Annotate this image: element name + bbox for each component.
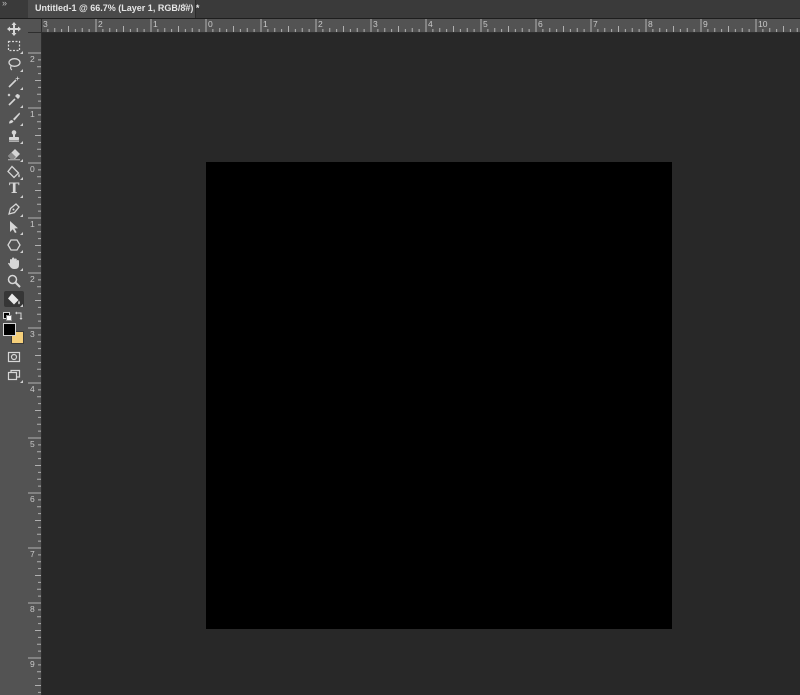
- vertical-ruler-label: 2: [30, 274, 35, 284]
- horizontal-ruler-label: 2: [318, 19, 323, 29]
- vertical-ruler[interactable]: 2 1 0 1 2 3 4 5 6 7 8 9: [28, 32, 42, 695]
- document-tab-bar: » Untitled-1 @ 66.7% (Layer 1, RGB/8#) *…: [0, 0, 800, 19]
- vertical-ruler-label: 4: [30, 384, 35, 394]
- more-tools-indicator: [20, 159, 23, 162]
- lasso-icon: [8, 58, 21, 71]
- more-tools-indicator: [20, 141, 23, 144]
- horizontal-ruler-ticks: [40, 19, 798, 32]
- document-canvas[interactable]: [206, 162, 672, 629]
- more-tools-indicator: [20, 380, 23, 383]
- horizontal-ruler-label: 0: [208, 19, 213, 29]
- horizontal-ruler-label: 7: [593, 19, 598, 29]
- eyedropper-tool[interactable]: [4, 92, 24, 108]
- tools-panel: T: [0, 19, 29, 695]
- paint-bucket-icon: [8, 293, 20, 305]
- document-tab[interactable]: Untitled-1 @ 66.7% (Layer 1, RGB/8#) * ×: [28, 0, 200, 18]
- more-tools-indicator: [20, 250, 23, 253]
- more-tools-indicator: [20, 123, 23, 126]
- horizontal-ruler-label: 9: [703, 19, 708, 29]
- screen-mode-icon: [7, 369, 21, 381]
- horizontal-ruler-label: 4: [428, 19, 433, 29]
- paint-bucket-tool[interactable]: [4, 164, 24, 180]
- pen-icon: [8, 203, 20, 215]
- foreground-color-swatch[interactable]: [3, 323, 16, 336]
- vertical-ruler-label: 3: [30, 329, 35, 339]
- vertical-ruler-ticks: [28, 52, 41, 693]
- vertical-ruler-label: 5: [30, 439, 35, 449]
- hand-icon: [8, 257, 19, 269]
- more-tools-indicator: [20, 232, 23, 235]
- type-tool[interactable]: T: [4, 181, 24, 198]
- vertical-ruler-label: 9: [30, 659, 35, 669]
- horizontal-ruler-label: 3: [373, 19, 378, 29]
- horizontal-ruler-label: 5: [483, 19, 488, 29]
- ruler-origin[interactable]: [28, 19, 42, 33]
- vertical-ruler-label: 0: [30, 164, 35, 174]
- horizontal-ruler[interactable]: 3 2 1 0 1 2 3 4 5 6 7 8 9 10: [28, 19, 800, 33]
- type-icon: T: [9, 181, 20, 197]
- eyedropper-icon: [7, 93, 20, 106]
- quick-mask-button[interactable]: [4, 349, 24, 365]
- hand-tool[interactable]: [4, 255, 24, 271]
- marquee-icon: [7, 40, 21, 52]
- clone-stamp-tool[interactable]: [4, 128, 24, 144]
- brush-icon: [9, 112, 20, 124]
- move-tool[interactable]: [4, 21, 24, 37]
- more-tools-indicator: [20, 177, 23, 180]
- move-icon: [7, 22, 21, 36]
- fill-tool-active[interactable]: [4, 291, 24, 307]
- vertical-ruler-label: 7: [30, 549, 35, 559]
- horizontal-ruler-label: 1: [263, 19, 268, 29]
- stamp-icon: [9, 130, 19, 142]
- more-tools-indicator: [20, 105, 23, 108]
- shape-tool[interactable]: [4, 237, 24, 253]
- horizontal-ruler-label: 10: [758, 19, 768, 29]
- more-tools-indicator: [20, 214, 23, 217]
- horizontal-ruler-label: 6: [538, 19, 543, 29]
- screen-mode-button[interactable]: [4, 367, 24, 383]
- quick-mask-icon: [7, 351, 21, 363]
- more-tools-indicator: [20, 87, 23, 90]
- close-tab-icon[interactable]: ×: [182, 1, 188, 12]
- more-tools-indicator: [20, 69, 23, 72]
- pen-tool[interactable]: [4, 201, 24, 217]
- paint-bucket-icon: [7, 165, 20, 179]
- zoom-icon: [7, 274, 21, 288]
- arrow-icon: [10, 221, 18, 233]
- more-tools-indicator: [20, 268, 23, 271]
- horizontal-ruler-label: 2: [98, 19, 103, 29]
- more-tools-indicator: [20, 304, 23, 307]
- collapse-panels-icon[interactable]: »: [2, 0, 7, 8]
- default-colors-icon[interactable]: [3, 312, 12, 321]
- more-tools-indicator: [20, 195, 23, 198]
- swap-colors-icon[interactable]: [15, 311, 24, 320]
- vertical-ruler-label: 2: [30, 54, 35, 64]
- document-title: Untitled-1 @ 66.7% (Layer 1, RGB/8#) *: [35, 3, 200, 13]
- brush-tool[interactable]: [4, 110, 24, 126]
- vertical-ruler-label: 1: [30, 219, 35, 229]
- magic-wand-tool[interactable]: [4, 74, 24, 90]
- eraser-tool[interactable]: [4, 146, 24, 162]
- vertical-ruler-label: 6: [30, 494, 35, 504]
- horizontal-ruler-label: 1: [153, 19, 158, 29]
- horizontal-ruler-label: 3: [43, 19, 48, 29]
- hexagon-icon: [7, 239, 21, 251]
- rectangular-marquee-tool[interactable]: [4, 38, 24, 54]
- path-selection-tool[interactable]: [4, 219, 24, 235]
- eraser-icon: [8, 149, 20, 161]
- more-tools-indicator: [20, 51, 23, 54]
- magic-wand-icon: [8, 76, 20, 88]
- lasso-tool[interactable]: [4, 56, 24, 72]
- zoom-tool[interactable]: [4, 273, 24, 289]
- vertical-ruler-label: 8: [30, 604, 35, 614]
- vertical-ruler-label: 1: [30, 109, 35, 119]
- horizontal-ruler-label: 8: [648, 19, 653, 29]
